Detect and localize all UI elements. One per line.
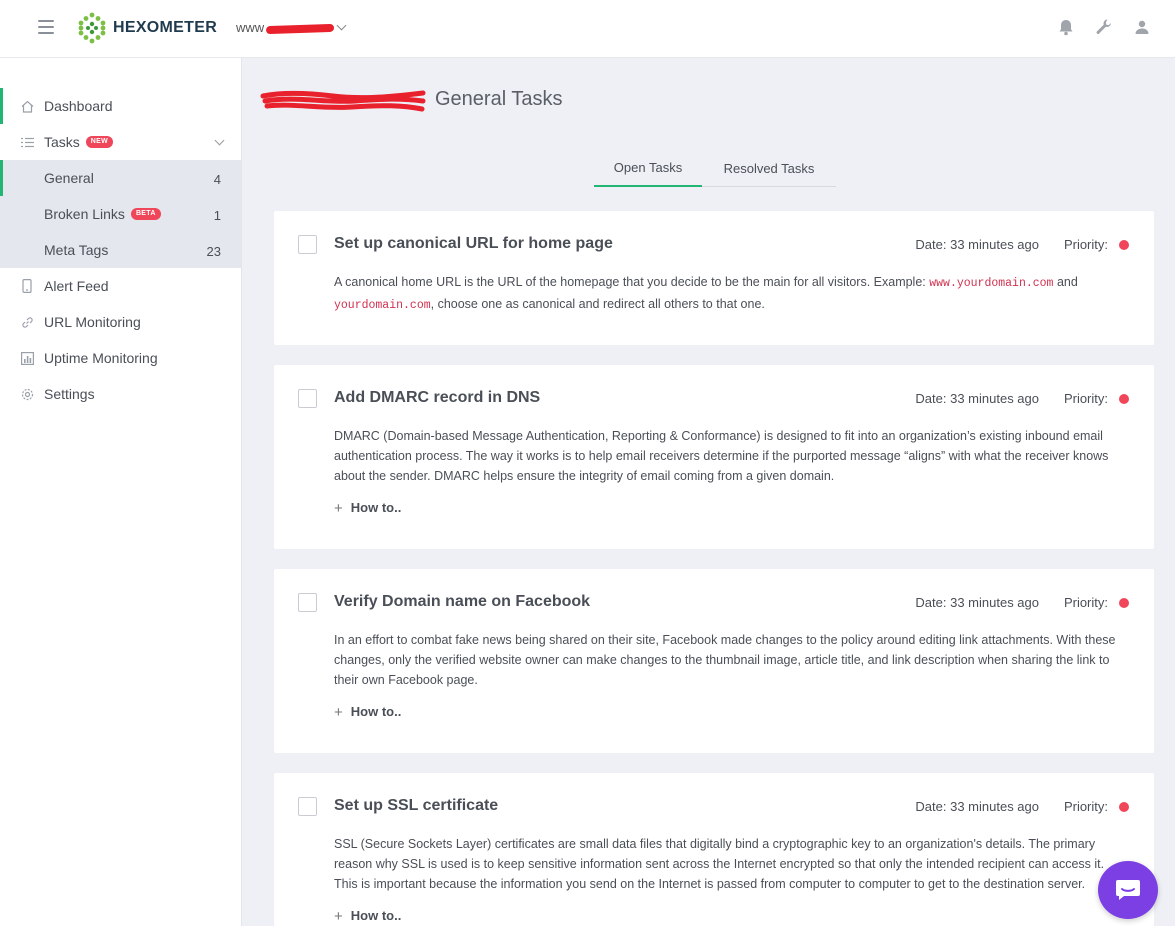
task-title: Verify Domain name on Facebook	[334, 593, 591, 610]
hexometer-logo[interactable]: HEXOMETER	[77, 12, 217, 44]
link-icon	[20, 315, 34, 329]
sidebar-item-label: Settings	[44, 386, 95, 402]
how-to-label: How to..	[350, 908, 402, 923]
sidebar-item-tasks[interactable]: Tasks NEW	[0, 124, 241, 160]
chevron-down-icon[interactable]	[214, 135, 225, 146]
sidebar-subitem-general[interactable]: General 4	[0, 160, 241, 196]
task-card: Verify Domain name on Facebook Date: 33 …	[274, 569, 1154, 753]
how-to-toggle[interactable]: + How to..	[334, 702, 401, 721]
sidebar-item-alert-feed[interactable]: Alert Feed	[0, 268, 241, 304]
bell-icon[interactable]	[1057, 18, 1075, 36]
task-date: Date: 33 minutes ago	[915, 391, 1039, 406]
task-title: Add DMARC record in DNS	[334, 389, 541, 406]
task-description: DMARC (Domain-based Message Authenticati…	[334, 429, 1109, 483]
gear-icon	[20, 387, 34, 401]
home-icon	[20, 99, 34, 113]
task-checkbox[interactable]	[298, 593, 317, 612]
chevron-down-icon	[336, 20, 347, 31]
task-priority-label: Priority:	[1063, 595, 1108, 610]
desc-text: and	[1053, 275, 1078, 289]
user-icon[interactable]	[1133, 18, 1151, 36]
brand-name: HEXOMETER	[113, 19, 218, 36]
top-header: HEXOMETER www	[0, 0, 1175, 58]
task-card: Set up SSL certificate Date: 33 minutes …	[274, 773, 1154, 926]
how-to-toggle[interactable]: + How to..	[334, 498, 401, 517]
phone-icon	[20, 279, 34, 293]
plus-icon: +	[334, 500, 343, 517]
chat-bubble-icon	[1116, 880, 1140, 900]
task-count: 23	[206, 244, 221, 259]
sidebar: Dashboard Tasks NEW General 4 Broken Lin…	[0, 58, 242, 926]
sidebar-item-label: Tasks	[44, 134, 80, 150]
code-domain: yourdomain.com	[334, 299, 431, 312]
priority-high-dot	[1119, 802, 1129, 812]
task-checkbox[interactable]	[298, 797, 317, 816]
task-count: 1	[213, 208, 221, 223]
task-date: Date: 33 minutes ago	[915, 237, 1039, 252]
sidebar-subitem-label: Broken Links	[44, 206, 125, 222]
sidebar-subitem-label: Meta Tags	[44, 242, 109, 258]
sidebar-item-label: URL Monitoring	[44, 314, 141, 330]
main-content: General Tasks Open Tasks Resolved Tasks …	[242, 58, 1175, 926]
task-tabs: Open Tasks Resolved Tasks	[594, 150, 836, 187]
redacted-domain	[266, 23, 335, 34]
task-description: SSL (Secure Sockets Layer) certificates …	[334, 837, 1105, 891]
hamburger-menu-icon[interactable]	[38, 20, 54, 34]
sidebar-item-label: Dashboard	[44, 98, 113, 114]
task-checkbox[interactable]	[298, 389, 317, 408]
task-description: A canonical home URL is the URL of the h…	[334, 272, 1124, 316]
tasks-submenu: General 4 Broken Links BETA 1 Meta Tags …	[0, 160, 241, 268]
priority-high-dot	[1119, 598, 1129, 608]
desc-text: A canonical home URL is the URL of the h…	[334, 275, 930, 289]
list-icon	[20, 135, 34, 149]
task-date: Date: 33 minutes ago	[915, 595, 1039, 610]
task-description: In an effort to combat fake news being s…	[334, 633, 1116, 687]
tab-resolved-tasks[interactable]: Resolved Tasks	[702, 150, 836, 187]
task-checkbox[interactable]	[298, 235, 317, 254]
priority-high-dot	[1119, 240, 1129, 250]
task-count: 4	[213, 172, 221, 187]
domain-prefix: www	[236, 20, 265, 35]
how-to-toggle[interactable]: + How to..	[334, 906, 401, 925]
sidebar-item-dashboard[interactable]: Dashboard	[0, 88, 241, 124]
task-priority-label: Priority:	[1063, 391, 1108, 406]
task-title: Set up canonical URL for home page	[334, 235, 613, 252]
sidebar-item-uptime-monitoring[interactable]: Uptime Monitoring	[0, 340, 241, 376]
sidebar-subitem-label: General	[44, 170, 94, 186]
domain-selector[interactable]: www	[236, 20, 347, 35]
task-title: Set up SSL certificate	[334, 797, 499, 814]
page-title: General Tasks	[260, 88, 563, 111]
page-title-text: General Tasks	[435, 88, 563, 110]
sidebar-item-label: Uptime Monitoring	[44, 350, 158, 366]
beta-badge: BETA	[130, 208, 161, 220]
priority-high-dot	[1119, 394, 1129, 404]
sidebar-subitem-meta-tags[interactable]: Meta Tags 23	[0, 232, 241, 268]
how-to-label: How to..	[350, 500, 402, 515]
chart-icon	[20, 351, 34, 365]
task-priority-label: Priority:	[1063, 237, 1108, 252]
wrench-icon[interactable]	[1095, 18, 1113, 36]
sidebar-item-url-monitoring[interactable]: URL Monitoring	[0, 304, 241, 340]
code-domain-www: www.yourdomain.com	[929, 277, 1054, 290]
task-card: Set up canonical URL for home page Date:…	[274, 211, 1154, 345]
hexometer-logo-icon	[78, 12, 106, 44]
sidebar-subitem-broken-links[interactable]: Broken Links BETA 1	[0, 196, 241, 232]
plus-icon: +	[334, 704, 343, 721]
tab-open-tasks[interactable]: Open Tasks	[594, 150, 702, 187]
task-date: Date: 33 minutes ago	[915, 799, 1039, 814]
plus-icon: +	[334, 908, 343, 925]
task-card: Add DMARC record in DNS Date: 33 minutes…	[274, 365, 1154, 549]
task-priority-label: Priority:	[1063, 799, 1108, 814]
chat-widget-button[interactable]	[1098, 861, 1158, 919]
redacted-domain	[260, 90, 427, 111]
new-badge: NEW	[85, 136, 114, 148]
sidebar-item-label: Alert Feed	[44, 278, 109, 294]
how-to-label: How to..	[350, 704, 402, 719]
sidebar-item-settings[interactable]: Settings	[0, 376, 241, 412]
desc-text: , choose one as canonical and redirect a…	[430, 297, 765, 311]
